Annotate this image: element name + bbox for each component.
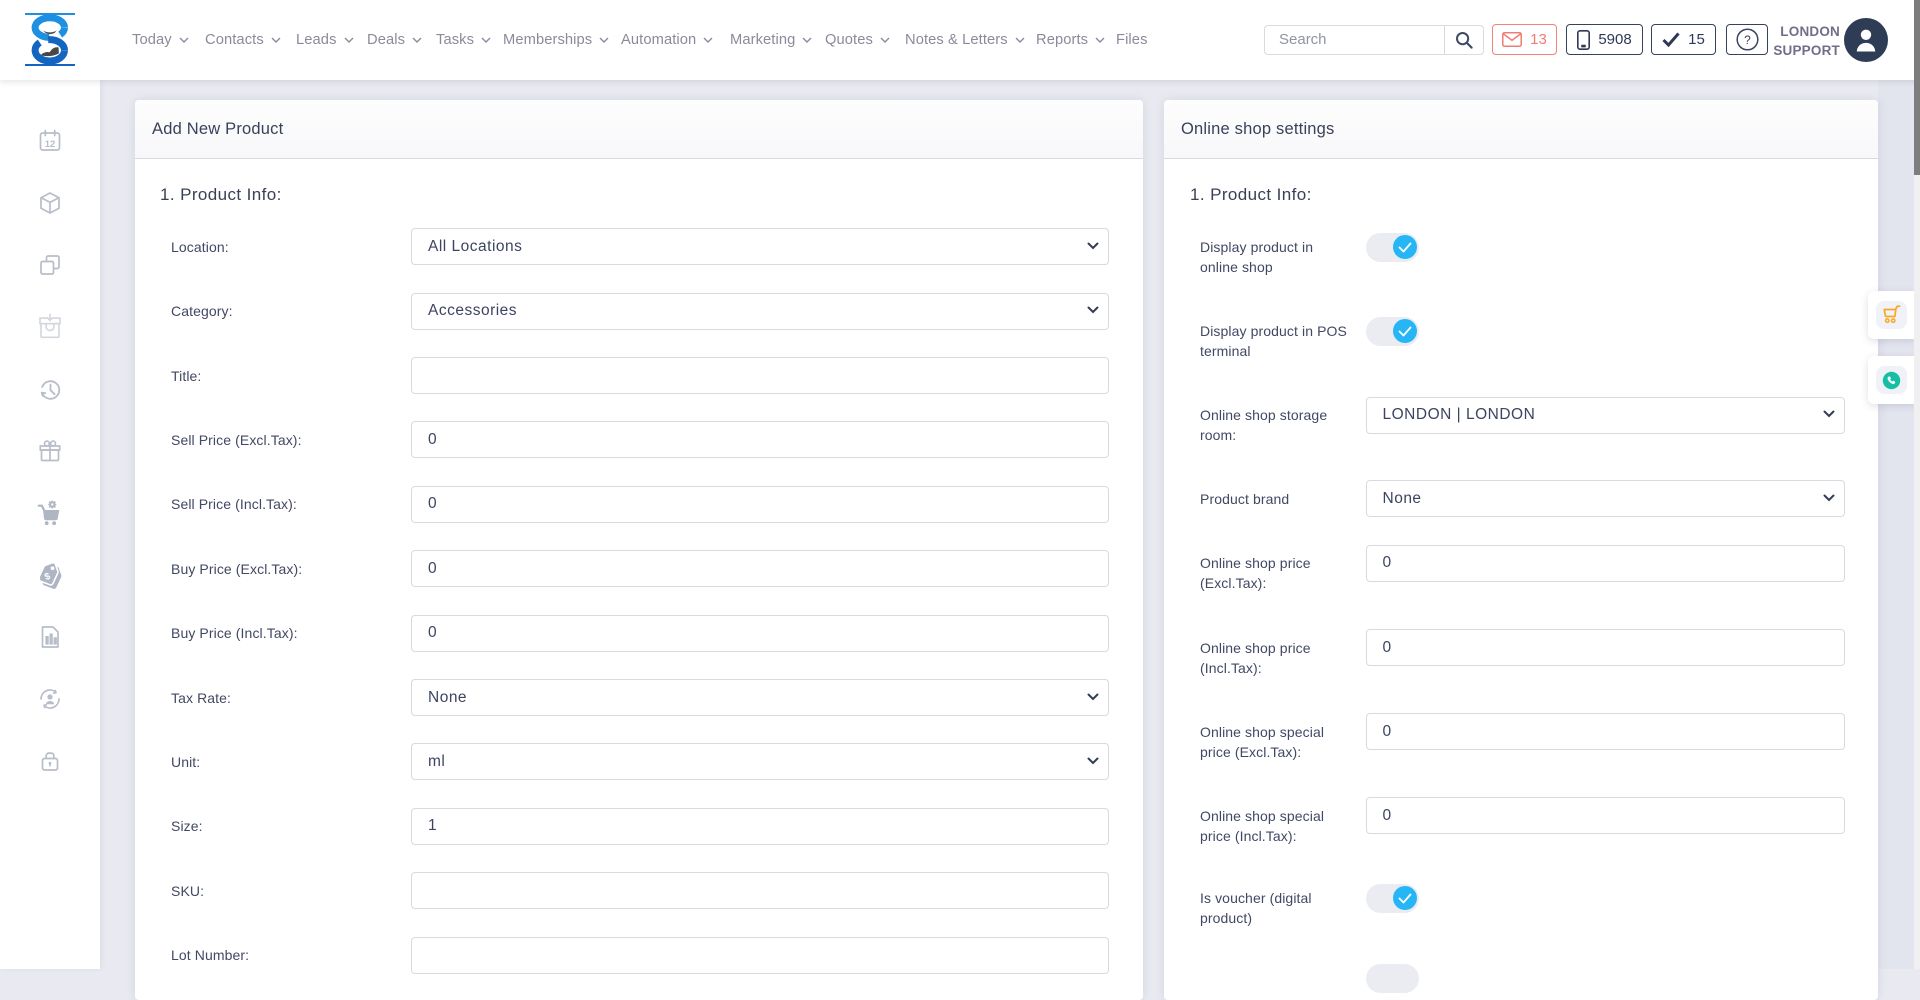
svg-text:12: 12	[45, 139, 56, 150]
